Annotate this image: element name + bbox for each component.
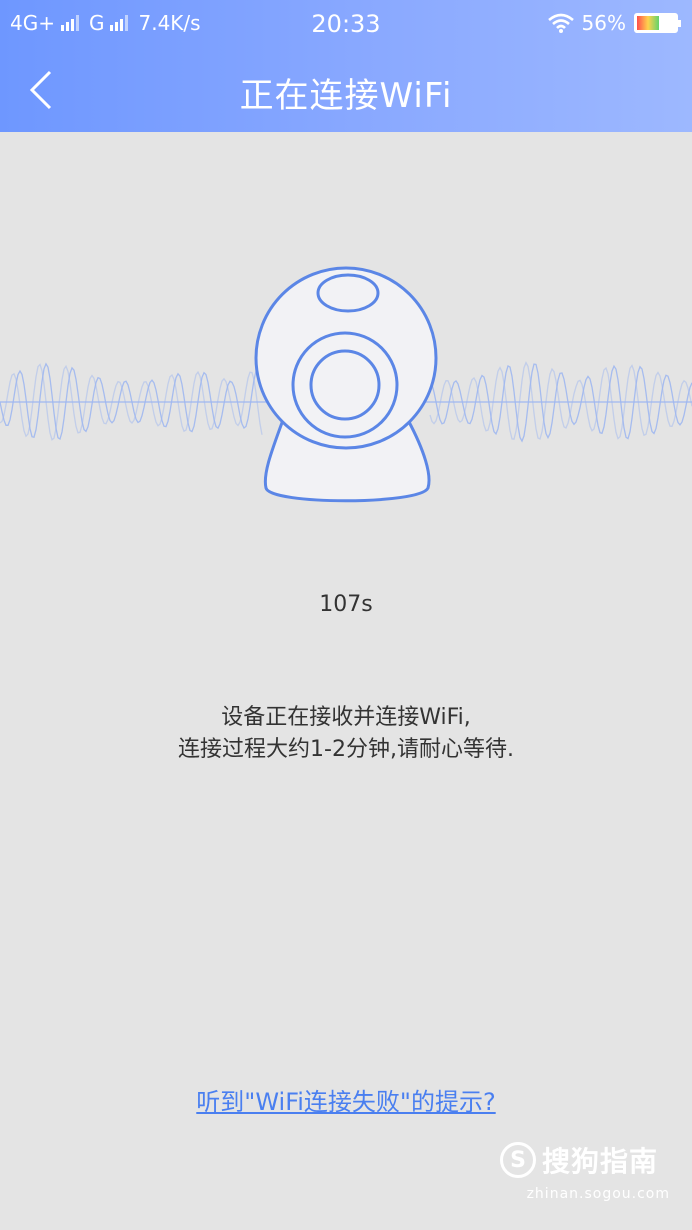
sogou-logo-icon: S xyxy=(500,1142,536,1178)
wifi-icon xyxy=(547,13,574,33)
watermark-brand: S 搜狗指南 xyxy=(500,1140,670,1180)
top-bar: 4G+ G 7.4K/s 20:33 56% 正在连接WiFi xyxy=(0,0,692,132)
description-line-2: 连接过程大约1-2分钟,请耐心等待. xyxy=(178,737,514,762)
wave-line xyxy=(429,363,692,443)
watermark-url: zhinan.sogou.com xyxy=(526,1186,670,1202)
description-line-1: 设备正在接收并连接WiFi, xyxy=(221,705,471,730)
status-right: 56% xyxy=(547,11,681,35)
countdown-timer: 107s xyxy=(319,592,373,617)
camera-icon xyxy=(254,266,438,503)
status-bar: 4G+ G 7.4K/s 20:33 56% xyxy=(0,0,692,48)
battery-icon xyxy=(634,13,681,33)
watermark-name: 搜狗指南 xyxy=(542,1145,659,1178)
nav-bar: 正在连接WiFi xyxy=(0,48,692,132)
page-title: 正在连接WiFi xyxy=(239,76,453,116)
wifi-failed-hint-link[interactable]: 听到"WiFi连接失败"的提示? xyxy=(0,1082,692,1117)
battery-percent: 56% xyxy=(581,11,626,35)
watermark: S 搜狗指南 zhinan.sogou.com xyxy=(500,1140,670,1210)
camera-illustration xyxy=(0,266,692,503)
wave-line xyxy=(429,361,692,440)
connection-description: 设备正在接收并连接WiFi, 连接过程大约1-2分钟,请耐心等待. xyxy=(0,702,692,766)
battery-level xyxy=(637,16,659,30)
